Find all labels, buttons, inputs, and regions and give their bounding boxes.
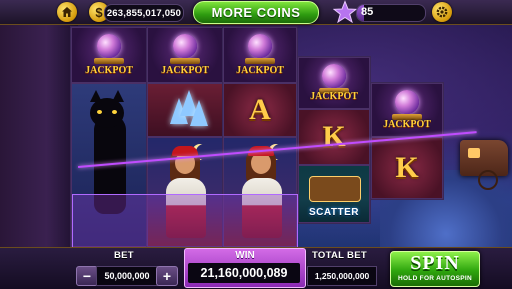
coin-balance-value: 263,855,017,050 xyxy=(106,7,182,19)
total-bet-value: 1,250,000,000 xyxy=(314,271,370,281)
jackpot-label: JACKPOT xyxy=(310,91,358,102)
scatter-symbol: SCATTER xyxy=(298,165,370,223)
crystal-ball-icon xyxy=(322,64,346,88)
scatter-label: SCATTER xyxy=(309,207,359,218)
gear-icon xyxy=(436,6,448,18)
letter-a: A xyxy=(249,93,271,126)
more-coins-label: MORE COINS xyxy=(211,5,301,20)
crystal-ball-icon xyxy=(248,34,272,58)
jackpot-symbol: JACKPOT xyxy=(223,27,297,83)
level-progress-bar: 85 xyxy=(356,4,426,22)
jackpot-label: JACKPOT xyxy=(161,65,209,76)
letter-a-symbol: A xyxy=(223,83,297,137)
cat-eye xyxy=(97,110,102,114)
home-icon xyxy=(62,7,72,17)
crystal-ball-icon xyxy=(173,34,197,58)
jackpot-symbol: JACKPOT xyxy=(147,27,223,83)
bet-label: BET xyxy=(114,250,134,261)
letter-k-symbol: K xyxy=(298,109,370,165)
win-label: WIN xyxy=(235,250,255,261)
letter-k: K xyxy=(395,151,419,184)
decrease-bet-button[interactable]: − xyxy=(76,266,98,286)
jackpot-symbol: JACKPOT xyxy=(71,27,147,83)
winning-row-highlight xyxy=(72,194,298,248)
spin-label: SPIN xyxy=(410,252,460,274)
settings-button[interactable] xyxy=(432,2,452,22)
letter-k: K xyxy=(322,120,346,153)
crystal-ball-icon xyxy=(97,34,121,58)
more-coins-button[interactable]: MORE COINS xyxy=(193,1,319,24)
tree-trunk xyxy=(0,0,78,250)
jackpot-label: JACKPOT xyxy=(85,65,133,76)
win-display: 21,160,000,089 xyxy=(188,263,300,283)
autospin-hint: HOLD FOR AUTOSPIN xyxy=(397,275,473,282)
wagon-wheel xyxy=(478,170,498,190)
bet-value: 50,000,000 xyxy=(104,271,150,281)
wagon-icon xyxy=(309,176,361,202)
crystal-symbol xyxy=(147,83,223,137)
jackpot-symbol: JACKPOT xyxy=(371,83,443,137)
win-panel: WIN 21,160,000,089 xyxy=(184,248,306,288)
star-icon xyxy=(333,0,357,24)
letter-k-symbol: K xyxy=(371,137,443,199)
cat-eye xyxy=(112,110,117,114)
coin-balance: 263,855,017,050 xyxy=(104,4,184,22)
total-bet-label: TOTAL BET xyxy=(312,250,367,261)
jackpot-symbol: JACKPOT xyxy=(298,57,370,109)
reel-4: JACKPOT K SCATTER xyxy=(297,56,371,224)
spin-button[interactable]: SPIN HOLD FOR AUTOSPIN xyxy=(390,251,480,287)
win-value: 21,160,000,089 xyxy=(200,266,288,280)
level-value: 85 xyxy=(361,6,374,18)
jackpot-label: JACKPOT xyxy=(236,65,284,76)
crystal-icon xyxy=(190,100,208,126)
wagon-window-light xyxy=(468,148,480,158)
jackpot-label: JACKPOT xyxy=(383,119,431,130)
crystal-ball-icon xyxy=(395,90,419,114)
home-button[interactable] xyxy=(57,2,77,22)
bet-display: 50,000,000 xyxy=(96,266,158,286)
total-bet-display: 1,250,000,000 xyxy=(307,266,377,286)
increase-bet-button[interactable]: + xyxy=(156,266,178,286)
